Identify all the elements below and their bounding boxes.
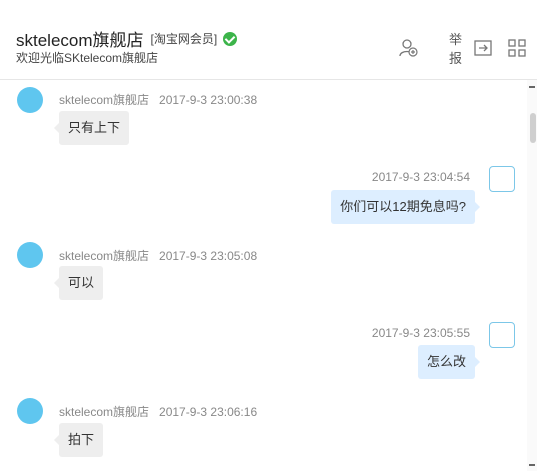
add-contact-button[interactable]: [398, 38, 418, 58]
scroll-thumb[interactable]: [530, 113, 536, 143]
sender-name: sktelecom旗舰店: [59, 249, 150, 263]
message-bubble[interactable]: 拍下: [53, 423, 104, 457]
chat-area[interactable]: sktelecom旗舰店 2017-9-3 23:00:38 只有上下 2017-…: [0, 80, 537, 471]
forward-icon: [474, 40, 492, 56]
title-row: sktelecom旗舰店 [淘宝网会员]: [16, 26, 238, 51]
message-time: 2017-9-3 23:05:55: [371, 326, 470, 340]
report-label: 举报: [448, 32, 462, 66]
user-avatar[interactable]: [489, 166, 515, 192]
sender-name: sktelecom旗舰店: [59, 405, 150, 419]
scroll-down-icon[interactable]: [529, 464, 535, 466]
chat-scrollbar[interactable]: [527, 80, 537, 471]
shop-avatar[interactable]: [17, 87, 43, 113]
member-tag: [淘宝网会员]: [150, 32, 218, 46]
scroll-up-icon[interactable]: [529, 86, 535, 88]
message-meta: sktelecom旗舰店 2017-9-3 23:05:08: [59, 247, 257, 264]
message-bubble[interactable]: 怎么改: [417, 345, 481, 379]
message-bubble[interactable]: 可以: [53, 266, 104, 300]
message-time: 2017-9-3 23:04:54: [371, 170, 470, 184]
chat-header: sktelecom旗舰店 [淘宝网会员] 欢迎光临SKtelecom旗舰店 举报: [0, 0, 537, 80]
message-meta: sktelecom旗舰店 2017-9-3 23:06:16: [59, 403, 257, 420]
message-bubble[interactable]: 你们可以12期免息吗?: [331, 190, 480, 224]
grid-icon: [508, 39, 526, 57]
share-button[interactable]: [473, 38, 493, 58]
shop-avatar[interactable]: [17, 242, 43, 268]
shop-name[interactable]: sktelecom旗舰店: [16, 26, 144, 51]
message-time: 2017-9-3 23:05:08: [159, 249, 258, 263]
sender-name: sktelecom旗舰店: [59, 93, 150, 107]
apps-button[interactable]: [507, 38, 527, 58]
message-time: 2017-9-3 23:06:16: [159, 405, 258, 419]
message-time: 2017-9-3 23:00:38: [159, 93, 258, 107]
add-user-icon: [399, 39, 418, 57]
message-bubble[interactable]: 只有上下: [53, 111, 130, 145]
message-meta: sktelecom旗舰店 2017-9-3 23:00:38: [59, 91, 257, 108]
verified-check-icon: [223, 31, 238, 46]
shop-avatar[interactable]: [17, 398, 43, 424]
welcome-text: 欢迎光临SKtelecom旗舰店: [16, 51, 159, 65]
report-button[interactable]: 举报: [449, 32, 462, 66]
user-avatar[interactable]: [489, 322, 515, 348]
